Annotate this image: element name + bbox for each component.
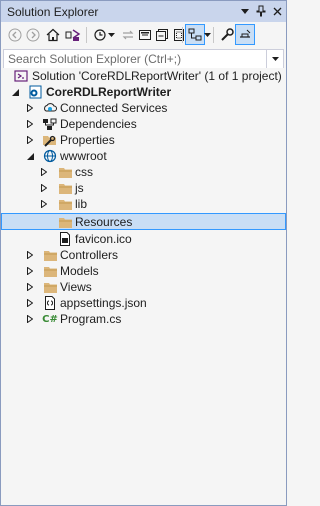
tree-item-appsettings[interactable]: appsettings.json [1,295,286,311]
tree-item-views[interactable]: Views [1,279,286,295]
tree-item-wwwroot[interactable]: wwwroot [1,148,286,164]
chevron-down-icon[interactable] [202,25,212,45]
preview-tab-icon[interactable] [235,24,255,45]
switch-views-icon[interactable] [63,25,83,45]
collapsed-arrow-icon[interactable] [26,283,34,291]
folder-icon [42,279,58,295]
folder-icon [42,247,58,263]
tree-item-controllers[interactable]: Controllers [1,247,286,263]
tree-item-label: js [75,181,84,195]
csharp-file-icon: C# [42,313,58,325]
image-file-icon [57,231,73,247]
tree-item-css[interactable]: css [1,164,286,180]
tree-item-label: Connected Services [60,101,168,115]
tree-item-models[interactable]: Models [1,263,286,279]
forward-icon[interactable] [23,25,43,45]
tree-item-label: Solution 'CoreRDLReportWriter' (1 of 1 p… [32,69,282,83]
tree-item-label: Program.cs [60,312,122,326]
globe-icon [42,148,58,164]
pin-icon[interactable] [253,3,269,19]
search-input[interactable]: Search Solution Explorer (Ctrl+;) [3,49,284,69]
collapsed-arrow-icon[interactable] [26,267,34,275]
dependencies-icon [42,116,58,132]
collapsed-arrow-icon[interactable] [26,315,34,323]
folder-icon [57,164,73,180]
tree-item-program[interactable]: C# Program.cs [1,311,286,327]
tree-item-properties[interactable]: Properties [1,132,286,148]
folder-icon [57,196,73,212]
search-placeholder: Search Solution Explorer (Ctrl+;) [8,52,182,66]
solution-tree: Solution 'CoreRDLReportWriter' (1 of 1 p… [1,68,286,504]
toolbar-separator [86,27,87,43]
tree-item-label: Controllers [60,248,119,262]
collapsed-arrow-icon[interactable] [26,104,34,112]
tree-item-label: Resources [75,215,133,229]
expanded-arrow-icon[interactable] [26,152,34,160]
json-file-icon [42,295,58,311]
tree-item-lib[interactable]: lib [1,196,286,212]
title-bar: Solution Explorer [1,1,286,22]
folder-icon [42,263,58,279]
toolbar-separator [182,27,183,43]
collapsed-arrow-icon[interactable] [26,120,34,128]
folder-icon [57,214,73,230]
collapsed-arrow-icon[interactable] [26,251,34,259]
tree-item-label: appsettings.json [60,296,147,310]
csharp-project-icon [27,84,43,100]
collapsed-arrow-icon[interactable] [40,200,48,208]
tree-item-label: css [75,165,93,179]
window-title: Solution Explorer [7,5,99,19]
window-position-dropdown-icon[interactable] [237,3,253,19]
back-icon[interactable] [5,25,25,45]
tree-item-favicon[interactable]: favicon.ico [1,231,286,247]
tree-item-resources[interactable]: Resources [1,213,286,230]
chevron-down-icon[interactable] [106,25,116,45]
tree-item-label: lib [75,197,88,211]
tree-item-project[interactable]: CoreRDLReportWriter [1,84,286,100]
tree-item-label: Dependencies [60,117,137,131]
tree-item-label: Models [60,264,99,278]
tree-item-dependencies[interactable]: Dependencies [1,116,286,132]
tree-item-label: wwwroot [60,149,107,163]
close-icon[interactable] [269,3,285,19]
toolbar [1,22,286,48]
search-options-dropdown-icon[interactable] [266,50,283,68]
properties-wrench-icon[interactable] [217,25,237,45]
expanded-arrow-icon[interactable] [11,88,19,96]
folder-icon [57,180,73,196]
home-icon[interactable] [43,25,63,45]
solution-icon [13,68,29,84]
collapsed-arrow-icon[interactable] [40,168,48,176]
tree-item-solution[interactable]: Solution 'CoreRDLReportWriter' (1 of 1 p… [1,68,286,84]
tree-item-connected-services[interactable]: Connected Services [1,100,286,116]
tree-item-label: favicon.ico [75,232,132,246]
connected-services-icon [42,100,58,116]
tree-item-label: CoreRDLReportWriter [46,85,172,99]
toolbar-separator [213,27,214,43]
collapsed-arrow-icon[interactable] [26,299,34,307]
tree-item-label: Views [60,280,92,294]
collapsed-arrow-icon[interactable] [26,136,34,144]
tree-item-label: Properties [60,133,115,147]
tree-item-js[interactable]: js [1,180,286,196]
properties-folder-icon [42,132,58,148]
collapsed-arrow-icon[interactable] [40,184,48,192]
